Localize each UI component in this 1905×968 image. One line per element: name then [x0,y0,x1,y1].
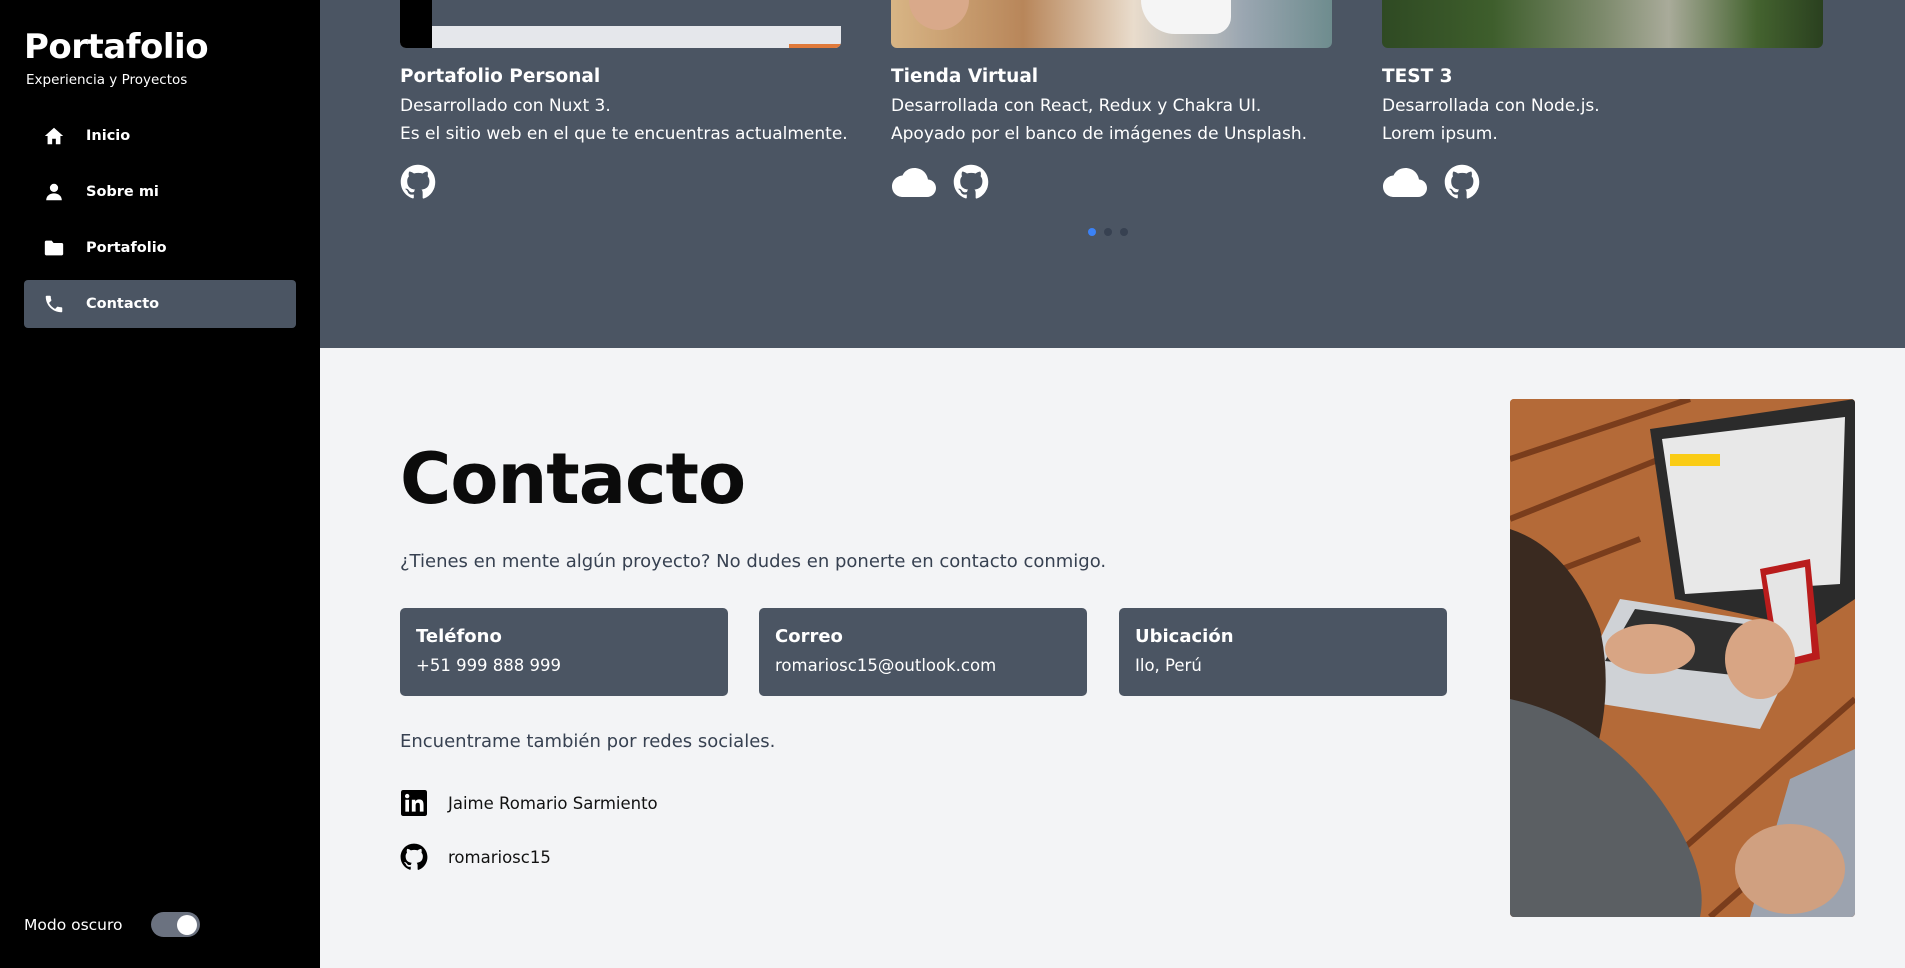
github-icon[interactable] [400,164,436,200]
cloud-icon[interactable] [891,166,937,198]
social-intro: Encuentrame también por redes sociales. [400,731,776,752]
carousel-dot-3[interactable] [1120,228,1128,236]
project-description: Desarrollada con React, Redux y Chakra U… [891,96,1262,116]
sidebar-item-inicio[interactable]: Inicio [24,112,296,160]
linkedin-label: Jaime Romario Sarmiento [448,793,658,813]
carousel-pagination [1088,228,1136,236]
linkedin-link[interactable]: Jaime Romario Sarmiento [400,789,658,817]
sidebar-item-label: Contacto [86,296,160,312]
project-description: Lorem ipsum. [1382,124,1498,144]
project-links [891,164,1005,200]
sidebar-item-sobre-mi[interactable]: Sobre mi [24,168,296,216]
project-card: Tienda Virtual Desarrollada con React, R… [891,0,1332,199]
project-image[interactable] [891,0,1332,48]
email-card: Correo romariosc15@outlook.com [759,608,1087,696]
dark-mode-toggle[interactable] [150,912,200,937]
home-icon [42,124,66,148]
project-card: Portafolio Personal Desarrollado con Nux… [400,0,848,199]
location-value: Ilo, Perú [1135,656,1202,675]
info-label: Correo [775,626,843,647]
portfolio-section: Portafolio Personal Desarrollado con Nux… [320,0,1905,348]
page-title: Contacto [400,438,746,520]
sidebar-item-label: Portafolio [86,240,167,256]
sidebar-item-portafolio[interactable]: Portafolio [24,224,296,272]
email-value: romariosc15@outlook.com [775,656,997,675]
cloud-icon[interactable] [1382,166,1428,198]
project-title: Portafolio Personal [400,66,601,87]
project-description: Es el sitio web en el que te encuentras … [400,124,848,144]
brand: Portafolio Experiencia y Proyectos [24,30,209,88]
dark-mode-control: Modo oscuro [24,912,200,937]
user-icon [42,180,66,204]
phone-icon [42,292,66,316]
location-card: Ubicación Ilo, Perú [1119,608,1447,696]
phone-value: +51 999 888 999 [416,656,562,675]
sidebar-item-label: Sobre mi [86,184,159,200]
dark-mode-label: Modo oscuro [24,915,123,934]
brand-subtitle: Experiencia y Proyectos [26,72,188,88]
sidebar: Portafolio Experiencia y Proyectos Inici… [0,0,320,968]
project-title: Tienda Virtual [891,66,1039,87]
carousel-dot-1[interactable] [1088,228,1096,236]
info-label: Ubicación [1135,626,1234,647]
sidebar-item-contacto[interactable]: Contacto [24,280,296,328]
phone-card: Teléfono +51 999 888 999 [400,608,728,696]
sidebar-nav: Inicio Sobre mi Portafolio Contacto [24,112,296,336]
project-image[interactable] [1382,0,1823,48]
project-description: Desarrollada con Node.js. [1382,96,1600,116]
sidebar-item-label: Inicio [86,128,131,144]
project-description: Desarrollado con Nuxt 3. [400,96,611,116]
project-card: TEST 3 Desarrollada con Node.js. Lorem i… [1382,0,1823,199]
project-image[interactable] [400,0,841,48]
github-icon[interactable] [1444,164,1480,200]
contact-photo [1510,399,1855,917]
contact-subtitle: ¿Tienes en mente algún proyecto? No dude… [400,551,1107,572]
github-icon[interactable] [953,164,989,200]
linkedin-icon [400,789,428,817]
github-icon [400,843,428,871]
project-description: Apoyado por el banco de imágenes de Unsp… [891,124,1307,144]
carousel-dot-2[interactable] [1104,228,1112,236]
toggle-knob [176,914,197,935]
project-links [1382,164,1496,200]
project-links [400,164,452,200]
github-link[interactable]: romariosc15 [400,843,551,871]
github-label: romariosc15 [448,847,551,867]
folder-icon [42,236,66,260]
brand-title[interactable]: Portafolio [24,30,209,64]
info-label: Teléfono [416,626,502,647]
project-title: TEST 3 [1382,66,1453,87]
